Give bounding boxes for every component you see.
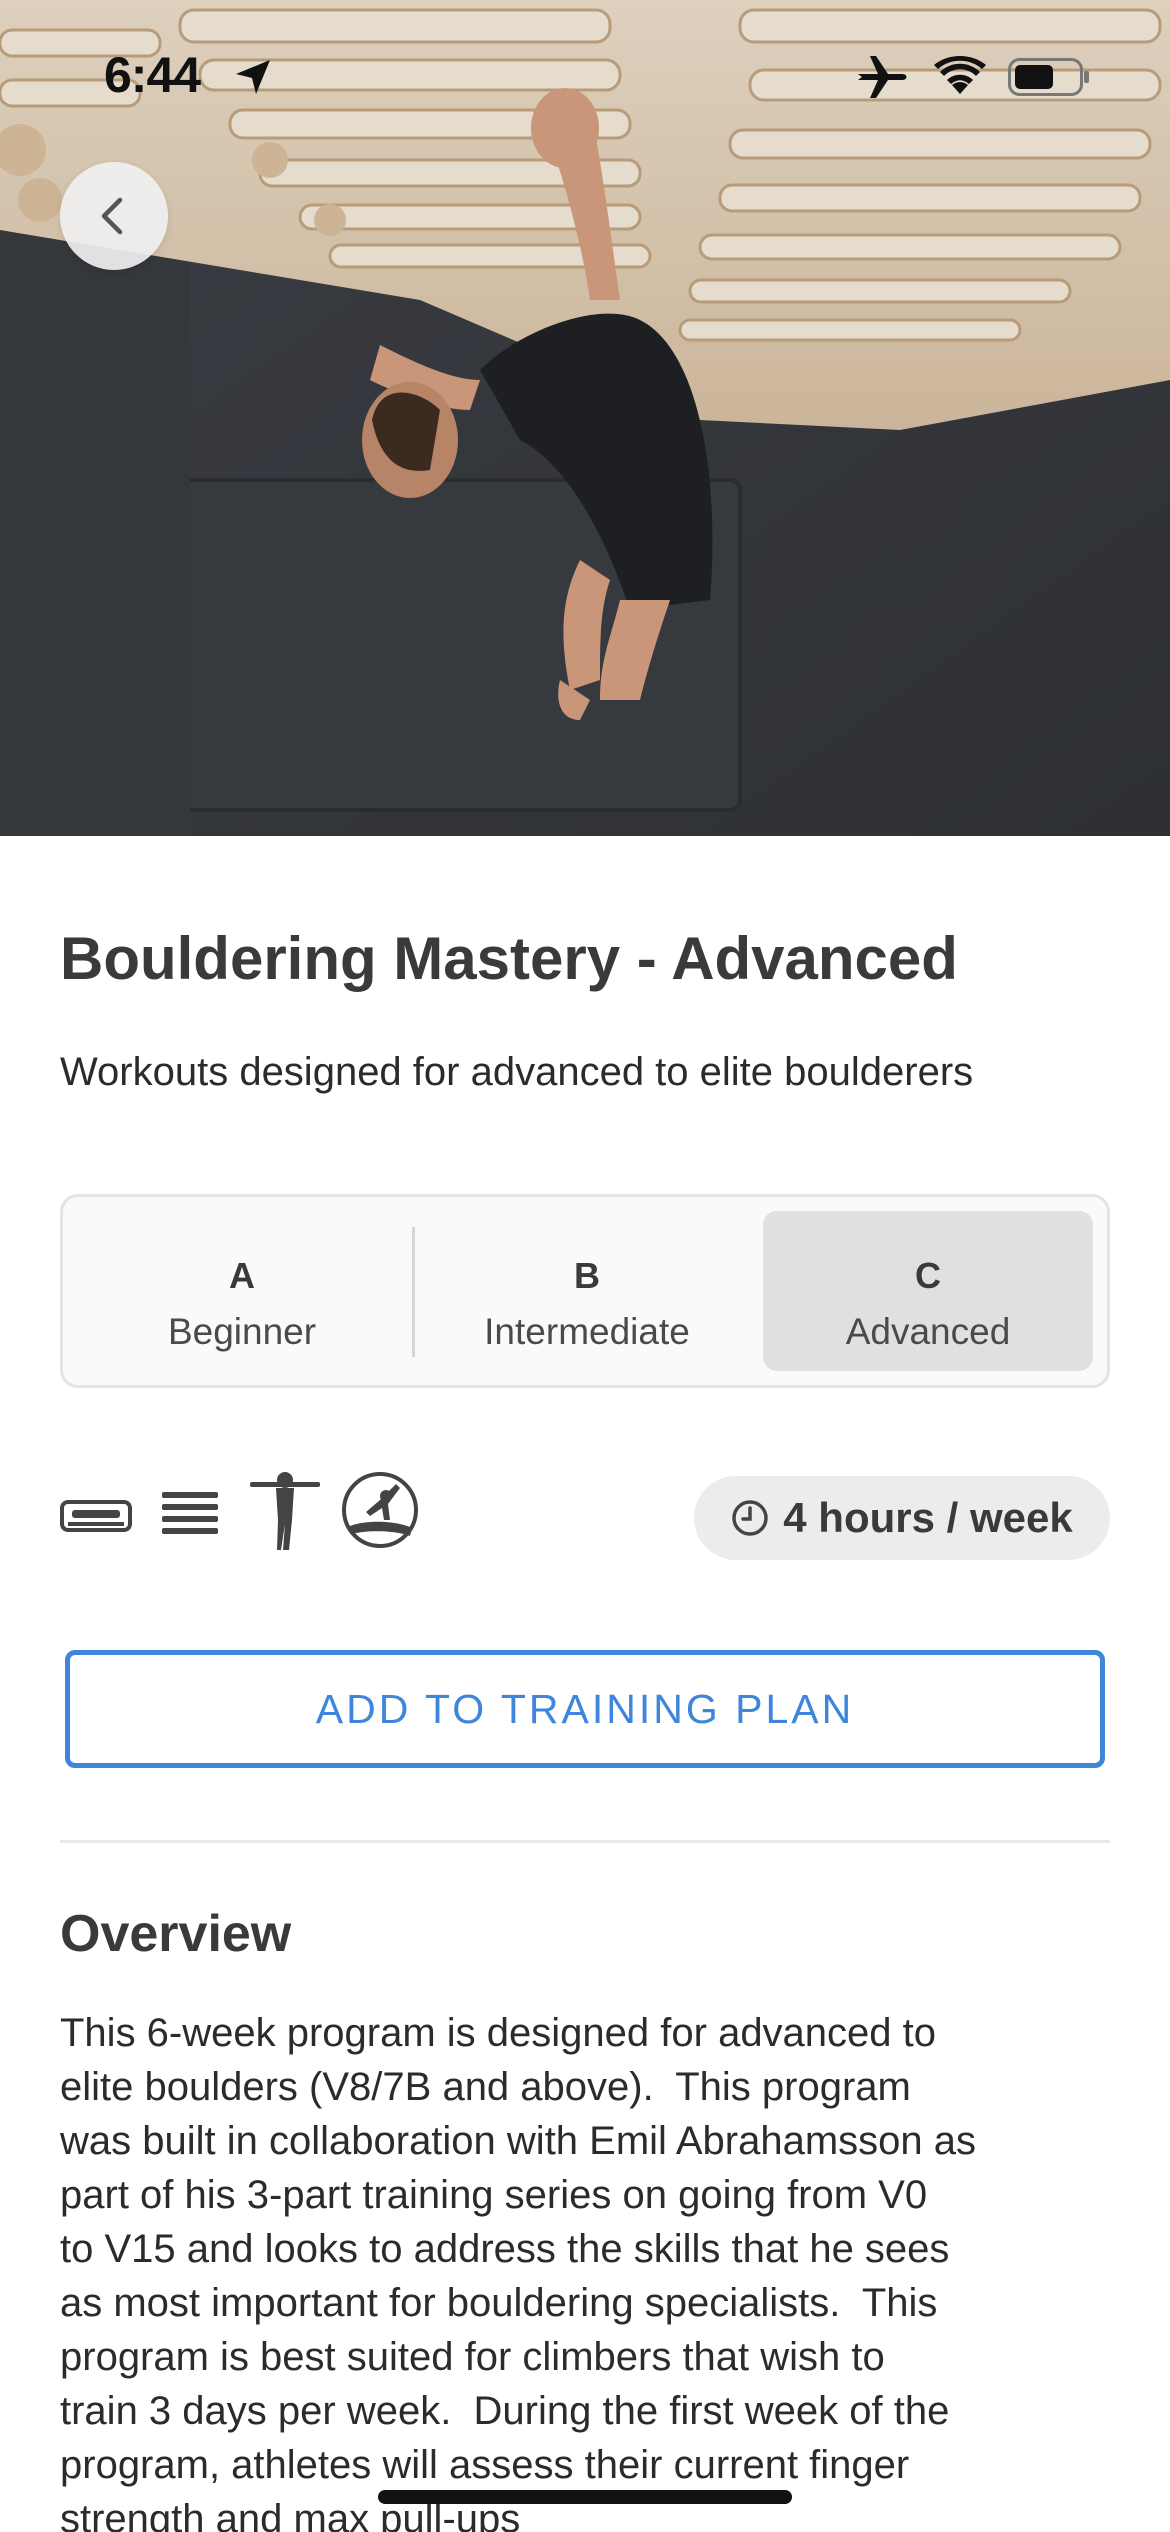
level-option-intermediate[interactable]: B Intermediate (422, 1211, 752, 1371)
level-option-beginner[interactable]: A Beginner (77, 1211, 407, 1371)
level-letter: C (915, 1255, 941, 1296)
bouldering-icon (342, 1472, 418, 1548)
page-title: Bouldering Mastery - Advanced (60, 925, 958, 992)
overview-text: This 6-week program is designed for adva… (60, 2011, 976, 2532)
hangboard-icon (60, 1500, 132, 1532)
level-letter: A (229, 1255, 255, 1296)
campus-board-icon (162, 1492, 218, 1534)
add-button-label: ADD TO TRAINING PLAN (315, 1685, 855, 1732)
wifi-icon (934, 56, 986, 94)
level-option-advanced[interactable]: C Advanced (763, 1211, 1093, 1371)
hero-image: 6:44 (0, 0, 1170, 836)
level-selector: A Beginner B Intermediate C Advanced (60, 1194, 1110, 1388)
section-divider (60, 1840, 1110, 1843)
program-subtitle: Workouts designed for advanced to elite … (60, 1050, 974, 1094)
overview-heading: Overview (60, 1905, 292, 1963)
add-to-training-plan-button[interactable]: ADD TO TRAINING PLAN (65, 1650, 1105, 1768)
location-arrow-icon (236, 60, 270, 94)
pull-up-figure-icon (250, 1472, 320, 1550)
airplane-icon (858, 56, 907, 98)
back-button[interactable] (60, 162, 168, 270)
duration-badge: 4 hours / week (694, 1476, 1110, 1560)
equipment-icons (60, 1472, 460, 1576)
status-bar: 6:44 (0, 0, 1170, 150)
segment-divider (412, 1227, 415, 1357)
level-name: Advanced (845, 1311, 1011, 1352)
status-time: 6:44 (104, 47, 201, 103)
battery-icon (1008, 58, 1089, 96)
home-indicator[interactable] (378, 2490, 792, 2504)
level-name: Intermediate (484, 1311, 690, 1352)
duration-text: 4 hours / week (783, 1494, 1073, 1541)
level-letter: B (574, 1255, 600, 1296)
clock-icon (732, 1500, 769, 1536)
level-name: Beginner (167, 1311, 317, 1352)
chevron-left-icon (101, 197, 123, 235)
